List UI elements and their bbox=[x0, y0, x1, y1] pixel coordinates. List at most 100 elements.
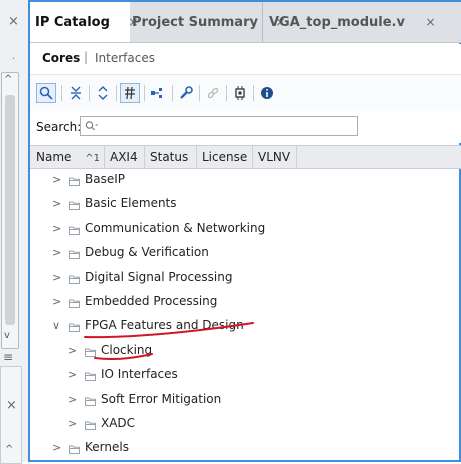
column-header-axi4[interactable]: AXI4 bbox=[105, 146, 145, 168]
folder-icon bbox=[69, 199, 80, 213]
tree-row[interactable]: > Digital Signal Processing bbox=[30, 266, 461, 290]
collapse-all-icon[interactable] bbox=[66, 83, 86, 103]
folder-icon bbox=[85, 395, 96, 409]
link-icon[interactable] bbox=[203, 83, 223, 103]
toolbar-separator bbox=[253, 85, 254, 101]
close-icon[interactable]: × bbox=[8, 14, 19, 29]
editor-tab-bar: IP Catalog × Project Summary × VGA_top_m… bbox=[30, 2, 461, 43]
folder-icon bbox=[85, 370, 96, 384]
tab-project-summary[interactable]: Project Summary × bbox=[130, 2, 286, 42]
tree-row[interactable]: > Clocking bbox=[30, 339, 461, 363]
tree-row[interactable]: > XADC bbox=[30, 412, 461, 436]
tab-label: VGA_top_module.v bbox=[269, 15, 405, 30]
folder-icon bbox=[69, 443, 80, 457]
menu-icon[interactable]: ≡ bbox=[3, 350, 13, 364]
search-icon bbox=[85, 120, 99, 135]
tree-item-label: Digital Signal Processing bbox=[85, 269, 233, 284]
sort-indicator: ^1 bbox=[85, 153, 100, 164]
tree-row[interactable]: > BaseIP bbox=[30, 168, 461, 192]
chevron-right-icon[interactable]: > bbox=[68, 393, 77, 406]
tree-row[interactable]: ∨ FPGA Features and Design bbox=[30, 314, 461, 338]
scrollbar-thumb[interactable] bbox=[5, 95, 15, 325]
folder-icon bbox=[69, 297, 80, 311]
chevron-right-icon[interactable]: > bbox=[52, 173, 61, 186]
column-label: Status bbox=[150, 150, 189, 164]
column-header-status[interactable]: Status bbox=[145, 146, 197, 168]
left-panel-scrollbar[interactable]: ^ v bbox=[1, 72, 19, 349]
search-input[interactable] bbox=[80, 116, 358, 136]
tab-close-icon[interactable]: × bbox=[426, 15, 436, 29]
tree-item-label: IO Interfaces bbox=[101, 367, 178, 382]
info-icon[interactable] bbox=[257, 83, 277, 103]
toolbar-separator bbox=[199, 85, 200, 101]
catalog-toolbar bbox=[30, 74, 461, 112]
tree-row[interactable]: > Embedded Processing bbox=[30, 290, 461, 314]
scroll-down-icon[interactable]: v bbox=[4, 330, 10, 341]
tree-row[interactable]: > Basic Elements bbox=[30, 192, 461, 216]
close-icon[interactable]: × bbox=[6, 398, 17, 413]
chevron-right-icon[interactable]: > bbox=[68, 368, 77, 381]
scroll-up-icon[interactable]: ^ bbox=[5, 444, 13, 455]
tree-item-label: Embedded Processing bbox=[85, 294, 218, 308]
tab-label: Project Summary bbox=[132, 15, 258, 30]
table-header: Name ^1 AXI4 Status License VLNV bbox=[30, 145, 461, 169]
column-label: Name bbox=[36, 150, 72, 164]
tree-row[interactable]: > IO Interfaces bbox=[30, 363, 461, 387]
chevron-right-icon[interactable]: > bbox=[52, 246, 61, 259]
toolbar-separator bbox=[61, 85, 62, 101]
tree-item-label: XADC bbox=[101, 416, 136, 430]
toolbar-separator bbox=[144, 85, 145, 101]
folder-icon bbox=[69, 273, 80, 287]
customize-ip-icon[interactable] bbox=[148, 83, 168, 103]
tree-item-label: Communication & Networking bbox=[85, 220, 266, 235]
folder-icon bbox=[85, 346, 96, 360]
chevron-right-icon[interactable]: > bbox=[52, 441, 61, 454]
subtab-interfaces[interactable]: Interfaces bbox=[95, 51, 155, 65]
subtab-cores[interactable]: Cores bbox=[42, 51, 80, 65]
tree-item-label: Soft Error Mitigation bbox=[101, 391, 222, 406]
wrench-icon[interactable] bbox=[176, 83, 196, 103]
tree-row[interactable]: > Soft Error Mitigation bbox=[30, 388, 461, 412]
tree-item-label: FPGA Features and Design bbox=[85, 318, 244, 333]
folder-icon bbox=[69, 224, 80, 238]
folder-icon bbox=[85, 419, 96, 433]
column-header-name[interactable]: Name ^1 bbox=[30, 146, 105, 168]
search-row: Search: bbox=[30, 111, 461, 143]
column-label: VLNV bbox=[258, 150, 291, 164]
tab-vga-top-module[interactable]: VGA_top_module.v × bbox=[263, 2, 443, 42]
filter-icon[interactable] bbox=[120, 83, 140, 103]
tree-item-label: Debug & Verification bbox=[85, 245, 209, 260]
toolbar-separator bbox=[172, 85, 173, 101]
catalog-subtabs: Cores | Interfaces bbox=[30, 44, 461, 74]
column-label: License bbox=[202, 150, 248, 164]
column-header-vlnv[interactable]: VLNV bbox=[253, 146, 297, 168]
search-icon[interactable] bbox=[36, 83, 56, 103]
more-icon: · bbox=[12, 54, 16, 65]
chevron-right-icon[interactable]: > bbox=[68, 417, 77, 430]
chevron-down-icon[interactable]: ∨ bbox=[52, 319, 60, 332]
tree-item-label: Basic Elements bbox=[85, 196, 177, 211]
tab-ip-catalog[interactable]: IP Catalog × bbox=[30, 2, 138, 42]
subtab-separator: | bbox=[84, 50, 89, 64]
chevron-right-icon[interactable]: > bbox=[52, 271, 61, 284]
tab-label: IP Catalog bbox=[35, 15, 110, 30]
tree-row[interactable]: > Debug & Verification bbox=[30, 241, 461, 265]
scroll-up-icon[interactable]: ^ bbox=[4, 74, 12, 85]
chevron-right-icon[interactable]: > bbox=[52, 197, 61, 210]
tree-item-label: BaseIP bbox=[85, 172, 125, 186]
tree-row[interactable]: > Communication & Networking bbox=[30, 217, 461, 241]
chevron-right-icon[interactable]: > bbox=[52, 295, 61, 308]
chevron-right-icon[interactable]: > bbox=[68, 344, 77, 357]
tree-item-label: Clocking bbox=[101, 342, 153, 357]
folder-icon bbox=[69, 248, 80, 262]
folder-icon bbox=[69, 321, 80, 335]
toolbar-separator bbox=[116, 85, 117, 101]
column-label: AXI4 bbox=[110, 150, 138, 164]
chevron-right-icon[interactable]: > bbox=[52, 222, 61, 235]
tree-row[interactable]: > Kernels bbox=[30, 436, 461, 460]
search-label: Search: bbox=[36, 120, 82, 134]
expand-all-icon[interactable] bbox=[93, 83, 113, 103]
column-header-license[interactable]: License bbox=[197, 146, 253, 168]
toolbar-separator bbox=[226, 85, 227, 101]
chip-icon[interactable] bbox=[230, 83, 250, 103]
